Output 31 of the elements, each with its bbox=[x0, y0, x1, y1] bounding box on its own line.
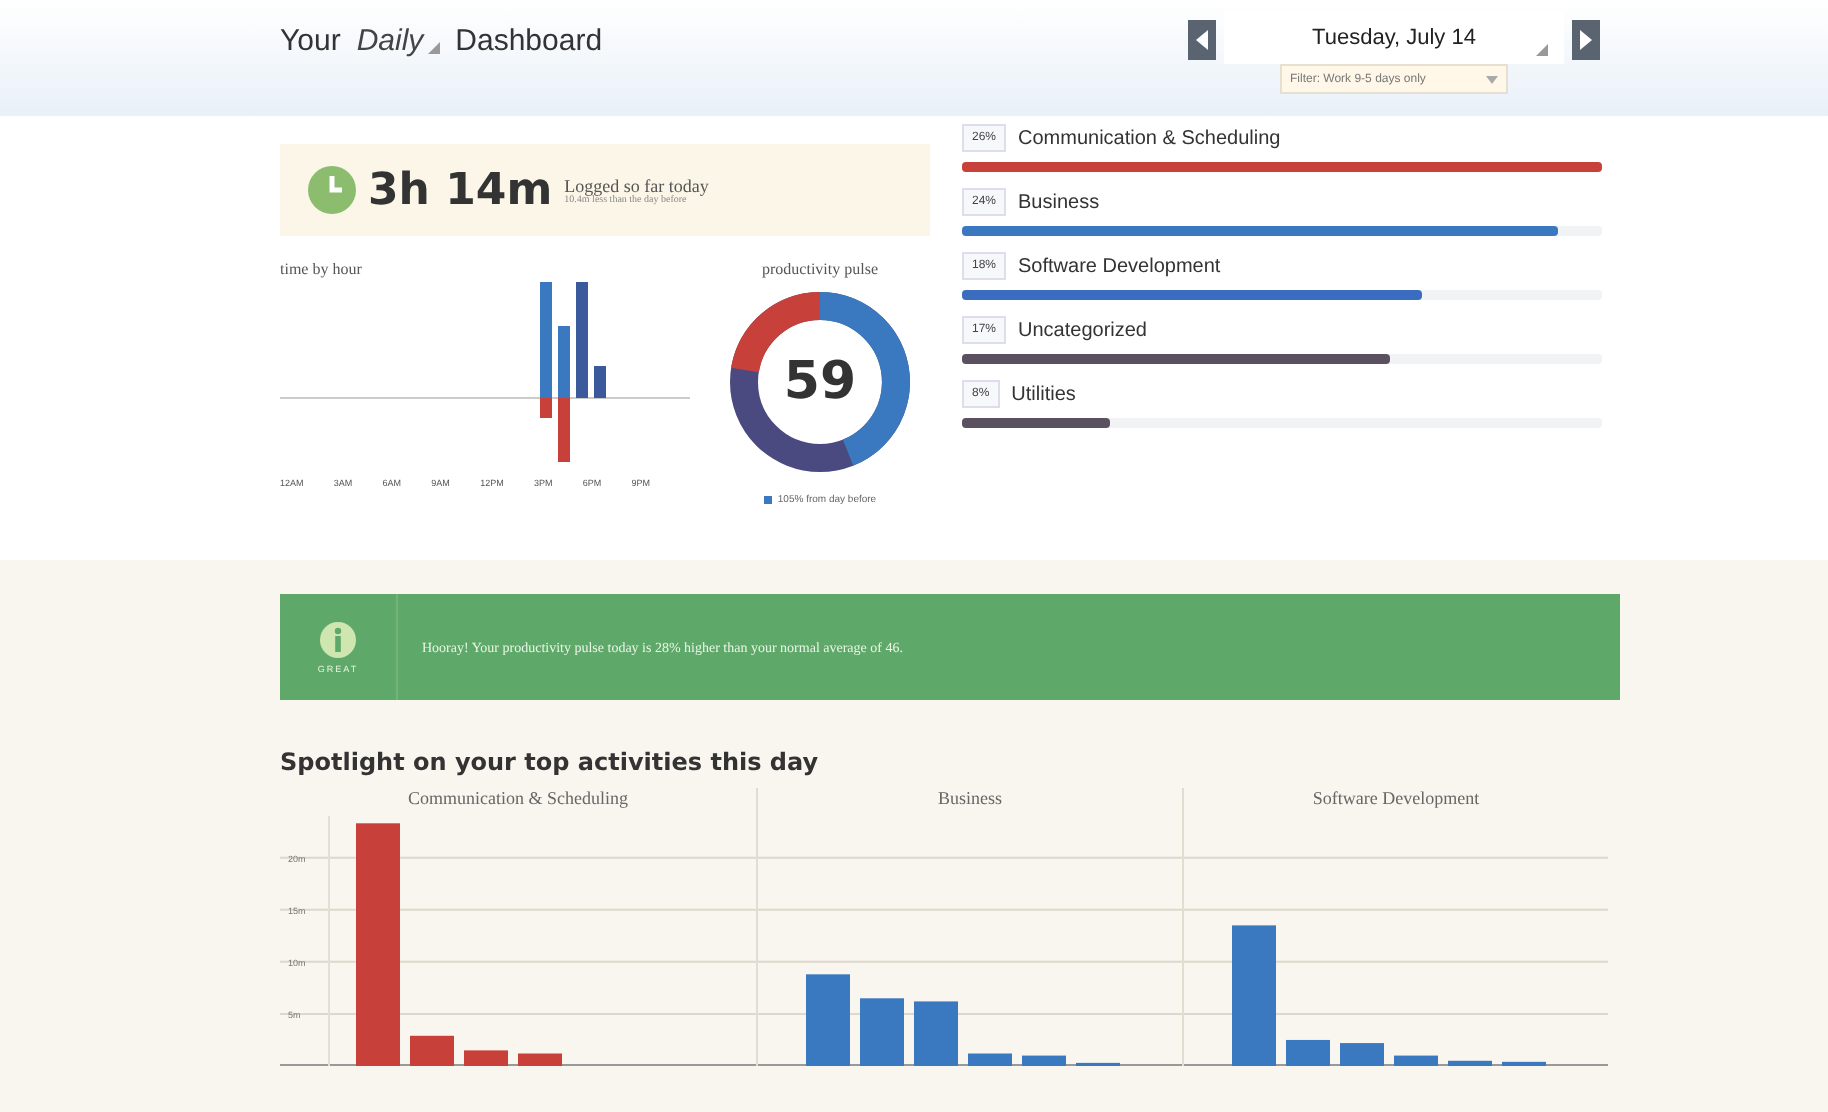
date-picker[interactable]: Tuesday, July 14 bbox=[1224, 12, 1564, 64]
info-icon bbox=[320, 621, 356, 657]
right-arrow-icon bbox=[1580, 30, 1592, 50]
title-text: Your bbox=[280, 24, 341, 58]
title-text: Dashboard bbox=[455, 24, 603, 58]
logged-label: Logged so far today bbox=[564, 175, 709, 195]
chart-bar bbox=[464, 1050, 508, 1066]
logged-time: 3h 14m bbox=[368, 165, 553, 215]
chart-title: Business bbox=[937, 788, 1002, 812]
category-name[interactable]: Business bbox=[1018, 191, 1100, 213]
category-name[interactable]: Communication & Scheduling bbox=[1018, 127, 1281, 149]
chart-bar bbox=[410, 1035, 454, 1066]
previous-day-button[interactable] bbox=[1188, 20, 1216, 60]
category-name[interactable]: Utilities bbox=[1011, 383, 1076, 405]
pulse-score: 59 bbox=[783, 352, 857, 412]
chart-bar bbox=[518, 1053, 562, 1066]
period-dropdown[interactable]: Daily bbox=[356, 24, 440, 58]
left-arrow-icon bbox=[1196, 30, 1208, 50]
caret-icon bbox=[1536, 44, 1548, 56]
caret-icon bbox=[1486, 75, 1498, 83]
clock-icon bbox=[308, 166, 356, 214]
chart-title: Software Development bbox=[1312, 788, 1480, 812]
chart-title: Communication & Scheduling bbox=[408, 788, 628, 812]
next-day-button[interactable] bbox=[1572, 20, 1600, 60]
category-name[interactable]: Uncategorized bbox=[1018, 319, 1147, 341]
section-heading: Spotlight on your top activities this day bbox=[280, 748, 821, 776]
category-name[interactable]: Software Development bbox=[1018, 255, 1221, 277]
chart-title: time by hour bbox=[280, 260, 364, 278]
chart-title: productivity pulse bbox=[762, 260, 878, 278]
caret-icon bbox=[427, 42, 440, 54]
legend-swatch bbox=[763, 496, 772, 504]
